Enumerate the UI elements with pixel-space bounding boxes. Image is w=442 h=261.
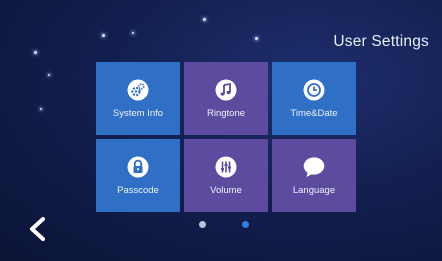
page-indicator-dot-1[interactable]	[199, 221, 206, 228]
passcode-tile[interactable]: Passcode	[96, 139, 180, 212]
user-settings-screen: User Settings System Info Ringtone Time&…	[0, 0, 442, 261]
system-info-tile[interactable]: System Info	[96, 62, 180, 135]
music-note-icon	[215, 79, 237, 100]
star	[102, 34, 105, 37]
language-label: Language	[292, 184, 336, 196]
gears-icon	[127, 79, 149, 100]
settings-grid: System Info Ringtone Time&Date Passcode …	[96, 62, 357, 212]
time-date-label: Time&Date	[290, 107, 338, 119]
page-title: User Settings	[333, 33, 429, 50]
star	[34, 51, 37, 54]
back-arrow-icon[interactable]	[26, 216, 48, 242]
time-date-tile[interactable]: Time&Date	[272, 62, 356, 135]
volume-label: Volume	[210, 184, 242, 196]
system-info-label: System Info	[112, 107, 164, 119]
volume-sliders-icon	[215, 156, 237, 177]
passcode-label: Passcode	[117, 184, 159, 196]
clock-icon	[303, 79, 325, 100]
lock-icon	[127, 156, 149, 177]
ringtone-label: Ringtone	[206, 107, 246, 119]
volume-tile[interactable]: Volume	[184, 139, 268, 212]
page-indicator-dot-2-active[interactable]	[242, 221, 249, 228]
star	[40, 108, 42, 110]
language-tile[interactable]: Language	[272, 139, 356, 212]
star	[203, 18, 206, 21]
star	[132, 32, 134, 34]
star	[255, 37, 258, 40]
ringtone-tile[interactable]: Ringtone	[184, 62, 268, 135]
star	[48, 74, 50, 76]
speech-bubble-icon	[303, 156, 325, 177]
